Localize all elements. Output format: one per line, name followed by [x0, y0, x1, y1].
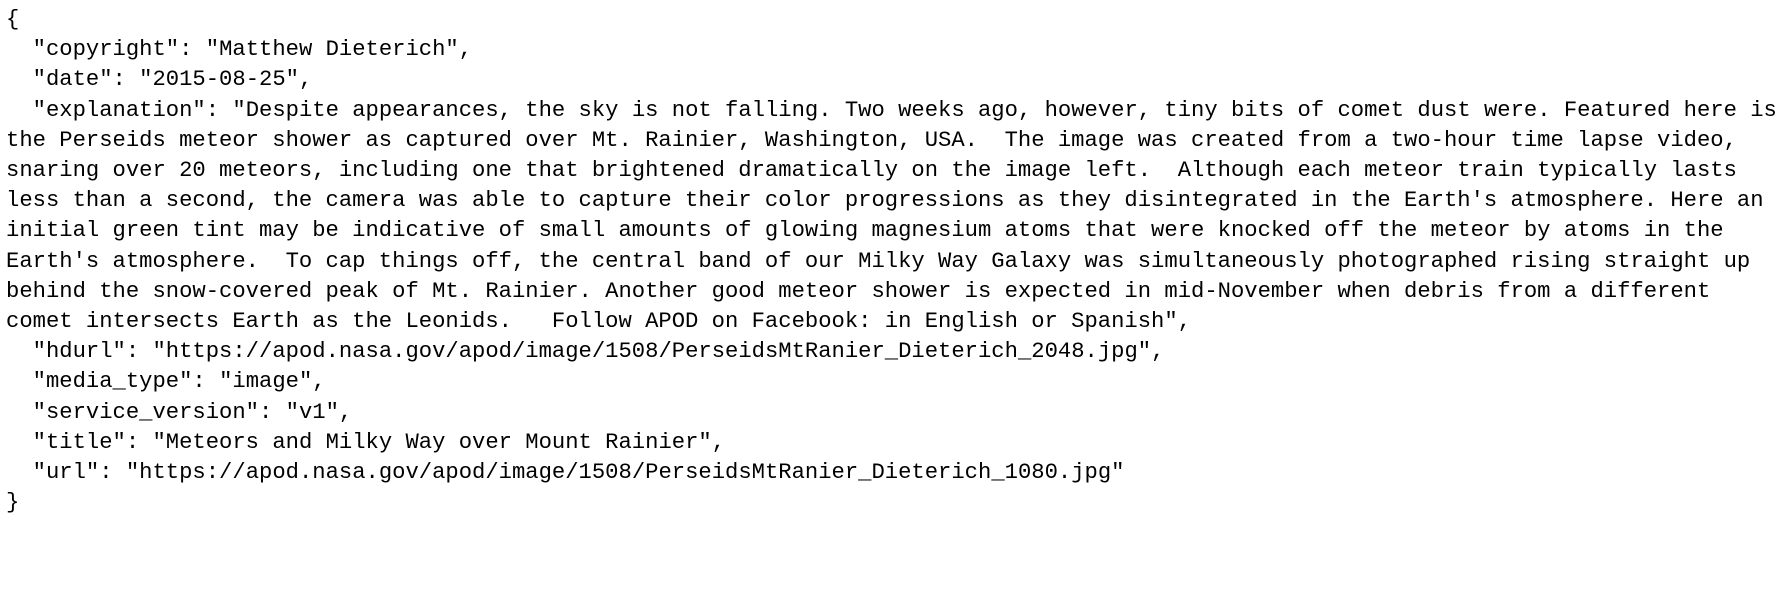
json-key: "media_type"	[32, 369, 193, 395]
json-comma: ,	[338, 399, 353, 425]
json-entry-title: "title": "Meteors and Milky Way over Mou…	[32, 429, 726, 455]
json-value: "Meteors and Milky Way over Mount Rainie…	[152, 429, 712, 455]
json-entry-date: "date": "2015-08-25",	[32, 67, 313, 93]
json-value: "v1"	[285, 399, 339, 425]
json-comma: ,	[298, 67, 313, 93]
json-comma: ,	[1151, 339, 1165, 365]
json-comma: ,	[458, 37, 473, 63]
json-value: "image"	[219, 369, 313, 395]
json-key: "service_version"	[32, 399, 259, 425]
json-viewer: { "copyright": "Matthew Dieterich", "dat…	[0, 0, 1778, 518]
json-comma: ,	[1177, 309, 1192, 335]
json-value: "https://apod.nasa.gov/apod/image/1508/P…	[125, 460, 1125, 486]
json-entry-service-version: "service_version": "v1",	[32, 399, 353, 425]
json-key: "date"	[32, 67, 113, 93]
json-key: "explanation"	[32, 97, 206, 123]
json-value: "https://apod.nasa.gov/apod/image/1508/P…	[152, 339, 1152, 365]
json-entry-hdurl: "hdurl": "https://apod.nasa.gov/apod/ima…	[32, 339, 1165, 365]
json-entry-media-type: "media_type": "image",	[32, 369, 326, 395]
json-entry-copyright: "copyright": "Matthew Dieterich",	[32, 37, 473, 63]
json-open-brace: {	[6, 7, 20, 32]
json-comma: ,	[312, 369, 326, 395]
json-entry-explanation: "explanation": "Despite appearances, the…	[6, 96, 1778, 338]
json-key: "url"	[32, 460, 100, 486]
json-comma: ,	[711, 429, 726, 455]
json-key: "copyright"	[32, 37, 180, 63]
json-value: "Despite appearances, the sky is not fal…	[6, 97, 1777, 335]
json-value: "2015-08-25"	[139, 67, 299, 93]
json-key: "title"	[32, 429, 126, 455]
json-close-brace: }	[6, 490, 20, 516]
json-key: "hdurl"	[32, 339, 126, 365]
json-entry-url: "url": "https://apod.nasa.gov/apod/image…	[32, 460, 1125, 486]
json-value: "Matthew Dieterich"	[205, 37, 459, 63]
